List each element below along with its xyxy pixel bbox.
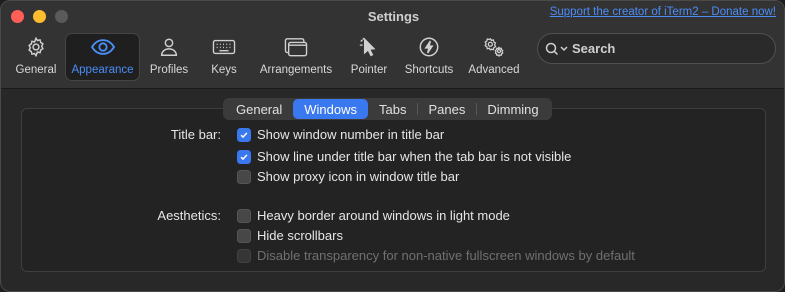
toolbar-item-pointer[interactable]: Pointer <box>345 34 393 80</box>
lightning-icon <box>419 37 439 57</box>
toolbar-item-label: Advanced <box>468 64 520 76</box>
toolbar-item-shortcuts[interactable]: Shortcuts <box>400 34 458 80</box>
checkbox-disabled-icon <box>237 248 251 263</box>
toolbar-item-appearance[interactable]: Appearance <box>65 33 140 81</box>
eye-icon <box>90 39 115 55</box>
option-label: Hide scrollbars <box>257 228 343 243</box>
search-field[interactable]: Search <box>537 33 776 64</box>
toolbar-item-label: Shortcuts <box>404 64 454 76</box>
toolbar-item-label: General <box>15 64 57 76</box>
gear-icon <box>28 36 44 58</box>
title-bar-label: Title bar: <box>170 127 221 142</box>
checkbox-checked-icon[interactable] <box>237 149 251 164</box>
gears-icon <box>484 37 504 58</box>
toolbar-item-label: Pointer <box>350 64 388 76</box>
tab-dimming[interactable]: Dimming <box>476 98 549 120</box>
tab-bar: General Windows Tabs Panes Dimming <box>223 98 552 120</box>
option-show-line-under-title-bar[interactable]: Show line under title bar when the tab b… <box>237 149 571 164</box>
checkbox-unchecked-icon[interactable] <box>237 228 251 243</box>
toolbar-item-arrangements[interactable]: Arrangements <box>255 34 337 80</box>
option-label: Show window number in title bar <box>257 127 445 142</box>
toolbar: Settings Support the creator of iTerm2 –… <box>1 1 784 89</box>
tab-tabs[interactable]: Tabs <box>368 98 417 120</box>
search-icon <box>545 42 568 55</box>
checkbox-checked-icon[interactable] <box>237 127 251 142</box>
search-placeholder: Search <box>572 41 616 56</box>
toolbar-item-general[interactable]: General <box>11 34 61 80</box>
keyboard-icon <box>212 39 236 55</box>
toolbar-item-keys[interactable]: Keys <box>201 34 247 80</box>
option-show-window-number[interactable]: Show window number in title bar <box>237 127 444 142</box>
settings-window: Settings Support the creator of iTerm2 –… <box>0 0 785 292</box>
toolbar-item-advanced[interactable]: Advanced <box>465 34 523 80</box>
person-icon <box>160 38 178 56</box>
aesthetics-label: Aesthetics: <box>157 208 221 223</box>
option-disable-transparency: Disable transparency for non-native full… <box>237 248 635 263</box>
option-label: Disable transparency for non-native full… <box>257 248 635 263</box>
windows-icon <box>284 38 308 57</box>
option-show-proxy-icon[interactable]: Show proxy icon in window title bar <box>237 169 459 184</box>
option-hide-scrollbars[interactable]: Hide scrollbars <box>237 228 343 243</box>
tab-general[interactable]: General <box>225 98 293 120</box>
option-label: Show line under title bar when the tab b… <box>257 149 572 164</box>
tab-panes[interactable]: Panes <box>417 98 476 120</box>
donate-link[interactable]: Support the creator of iTerm2 – Donate n… <box>550 6 776 18</box>
pointer-icon <box>359 37 376 57</box>
tab-windows[interactable]: Windows <box>293 99 368 119</box>
option-label: Heavy border around windows in light mod… <box>257 208 510 223</box>
toolbar-item-profiles[interactable]: Profiles <box>144 34 194 80</box>
toolbar-item-label: Appearance <box>71 64 134 76</box>
checkbox-unchecked-icon[interactable] <box>237 208 251 223</box>
toolbar-item-label: Profiles <box>149 64 189 76</box>
toolbar-item-label: Keys <box>211 64 237 76</box>
option-label: Show proxy icon in window title bar <box>257 169 460 184</box>
toolbar-item-label: Arrangements <box>259 64 333 76</box>
checkbox-unchecked-icon[interactable] <box>237 169 251 184</box>
option-heavy-border[interactable]: Heavy border around windows in light mod… <box>237 208 510 223</box>
